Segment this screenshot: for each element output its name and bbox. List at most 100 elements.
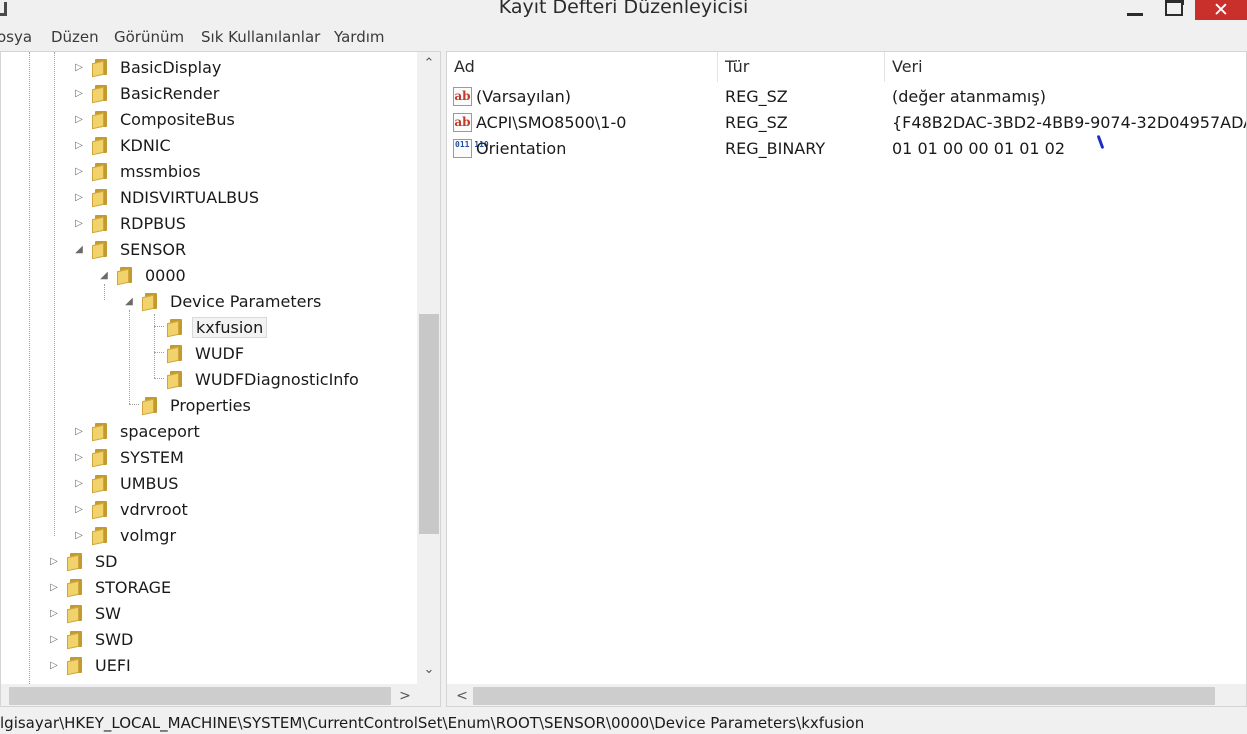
column-header-type[interactable]: Tür — [718, 52, 885, 82]
tree-item[interactable]: ▷ KDNIC — [74, 132, 174, 158]
collapse-arrow-icon[interactable]: ◢ — [99, 270, 109, 281]
value-data: {F48B2DAC-3BD2-4BB9-9074-32D04957ADA6} — [892, 113, 1247, 132]
expand-arrow-icon[interactable]: ▷ — [49, 582, 59, 593]
tree-item-label: mssmbios — [120, 161, 201, 181]
scroll-down-icon[interactable]: ⌄ — [417, 658, 440, 682]
tree-item[interactable]: ▷ spaceport — [74, 418, 203, 444]
tree-item-label: 0000 — [145, 265, 186, 285]
tree-item[interactable]: WUDFDiagnosticInfo — [166, 366, 362, 392]
menu-view[interactable]: Görünüm — [114, 28, 184, 46]
tree-item[interactable]: ▷ SW — [49, 600, 124, 626]
expand-arrow-icon[interactable]: ▷ — [74, 530, 84, 541]
scroll-left-icon[interactable]: < — [453, 684, 471, 706]
collapse-arrow-icon[interactable]: ◢ — [74, 244, 84, 255]
tree-item[interactable]: ▷ NDISVIRTUALBUS — [74, 184, 262, 210]
tree-item[interactable]: ▷ BasicRender — [74, 80, 222, 106]
registry-tree[interactable]: ▷ BasicDisplay ▷ BasicRender ▷ CompositeBus… — [0, 51, 441, 707]
menu-help[interactable]: Yardım — [334, 28, 385, 46]
expand-arrow-icon[interactable]: ▷ — [49, 660, 59, 671]
string-value-icon: ab — [453, 113, 472, 132]
scroll-thumb[interactable] — [9, 687, 391, 705]
tree-item[interactable]: ◢ SENSOR — [74, 236, 189, 262]
scroll-up-icon[interactable]: ⌃ — [417, 52, 440, 76]
tree-item[interactable]: ▷ CompositeBus — [74, 106, 238, 132]
tree-item[interactable]: ▷ UMBUS — [74, 470, 181, 496]
expand-arrow-icon[interactable]: ▷ — [74, 192, 84, 203]
value-row[interactable]: ab (Varsayılan) REG_SZ (değer atanmamış) — [447, 84, 1246, 110]
expand-arrow-icon[interactable]: ▷ — [74, 88, 84, 99]
expand-arrow-icon[interactable]: ▷ — [49, 608, 59, 619]
expand-arrow-icon[interactable]: ▷ — [49, 634, 59, 645]
tree-item[interactable]: ▷ UEFI — [49, 652, 134, 678]
tree-item[interactable]: ▷ RDPBUS — [74, 210, 189, 236]
folder-icon — [91, 240, 111, 260]
expand-arrow-icon[interactable]: ▷ — [74, 218, 84, 229]
folder-icon — [91, 448, 111, 468]
tree-item[interactable]: ▷ BasicDisplay — [74, 54, 224, 80]
folder-icon — [166, 344, 186, 364]
menu-favorites[interactable]: Sık Kullanılanlar — [201, 28, 320, 46]
title-bar: Kayıt Defteri Düzenleyicisi ✕ — [0, 0, 1247, 24]
tree-item[interactable]: ◢ Device Parameters — [124, 288, 324, 314]
tree-item[interactable]: ▷ mssmbios — [74, 158, 204, 184]
scroll-right-icon[interactable]: > — [395, 684, 415, 706]
tree-item-label: SWD — [95, 629, 134, 649]
close-icon: ✕ — [1213, 0, 1229, 21]
tree-connector — [129, 404, 139, 405]
scroll-thumb[interactable] — [419, 314, 439, 534]
tree-item-label: RDPBUS — [120, 213, 186, 233]
folder-icon — [66, 656, 86, 676]
tree-horizontal-scrollbar[interactable]: > — [1, 684, 417, 706]
tree-item[interactable]: ▷ volmgr — [74, 522, 179, 548]
tree-item[interactable]: ◢ 0000 — [99, 262, 189, 288]
tree-connector — [29, 52, 30, 684]
folder-icon — [91, 474, 111, 494]
value-row[interactable]: ab ACPI\SMO8500\1-0 REG_SZ {F48B2DAC-3BD… — [447, 110, 1247, 136]
value-name: Orientation — [476, 139, 567, 158]
expand-arrow-icon[interactable]: ▷ — [74, 62, 84, 73]
tree-item-label: SYSTEM — [120, 447, 184, 467]
menu-file[interactable]: osya — [0, 28, 32, 46]
list-horizontal-scrollbar[interactable]: < — [447, 684, 1246, 706]
scrollbar-corner — [417, 684, 440, 706]
value-data: (değer atanmamış) — [892, 87, 1046, 106]
tree-item[interactable]: ▷ SWD — [49, 626, 136, 652]
tree-item-label: KDNIC — [120, 135, 171, 155]
values-list[interactable]: Ad Tür Veri ab (Varsayılan) REG_SZ (değe… — [446, 51, 1247, 707]
tree-item-selected[interactable]: kxfusion — [166, 314, 268, 340]
expand-arrow-icon[interactable]: ▷ — [74, 140, 84, 151]
expand-arrow-icon[interactable]: ▷ — [74, 426, 84, 437]
tree-item-label: NDISVIRTUALBUS — [120, 187, 259, 207]
value-name: (Varsayılan) — [476, 87, 572, 106]
tree-item-label: vdrvroot — [120, 499, 188, 519]
tree-item-label: CompositeBus — [120, 109, 235, 129]
tree-item[interactable]: ▷ STORAGE — [49, 574, 174, 600]
expand-arrow-icon[interactable]: ▷ — [74, 114, 84, 125]
tree-item[interactable]: Properties — [141, 392, 254, 418]
tree-connector — [154, 326, 164, 327]
expand-arrow-icon[interactable]: ▷ — [74, 452, 84, 463]
tree-item[interactable]: ▷ vdrvroot — [74, 496, 191, 522]
close-button[interactable]: ✕ — [1195, 0, 1247, 20]
minimize-button[interactable] — [1118, 0, 1152, 20]
expand-arrow-icon[interactable]: ▷ — [74, 478, 84, 489]
tree-vertical-scrollbar[interactable]: ⌃ ⌄ — [417, 52, 440, 684]
expand-arrow-icon[interactable]: ▷ — [49, 556, 59, 567]
tree-item[interactable]: ▷ SYSTEM — [74, 444, 187, 470]
expand-arrow-icon[interactable]: ▷ — [74, 166, 84, 177]
column-header-name[interactable]: Ad — [447, 52, 718, 82]
collapse-arrow-icon[interactable]: ◢ — [124, 296, 134, 307]
tree-item[interactable]: ▷ SD — [49, 548, 120, 574]
value-row[interactable]: 011 110 Orientation REG_BINARY 01 01 00 … — [447, 136, 1246, 162]
column-header-data[interactable]: Veri — [885, 52, 1246, 82]
tree-item-label: spaceport — [120, 421, 200, 441]
menu-edit[interactable]: Düzen — [51, 28, 99, 46]
scroll-thumb[interactable] — [473, 687, 1215, 705]
expand-arrow-icon[interactable]: ▷ — [74, 504, 84, 515]
folder-icon — [91, 162, 111, 182]
value-name: ACPI\SMO8500\1-0 — [476, 113, 627, 132]
restore-button[interactable] — [1156, 0, 1192, 20]
tree-item[interactable]: WUDF — [166, 340, 247, 366]
tree-item-label: UMBUS — [120, 473, 179, 493]
tree-item-label: volmgr — [120, 525, 177, 545]
